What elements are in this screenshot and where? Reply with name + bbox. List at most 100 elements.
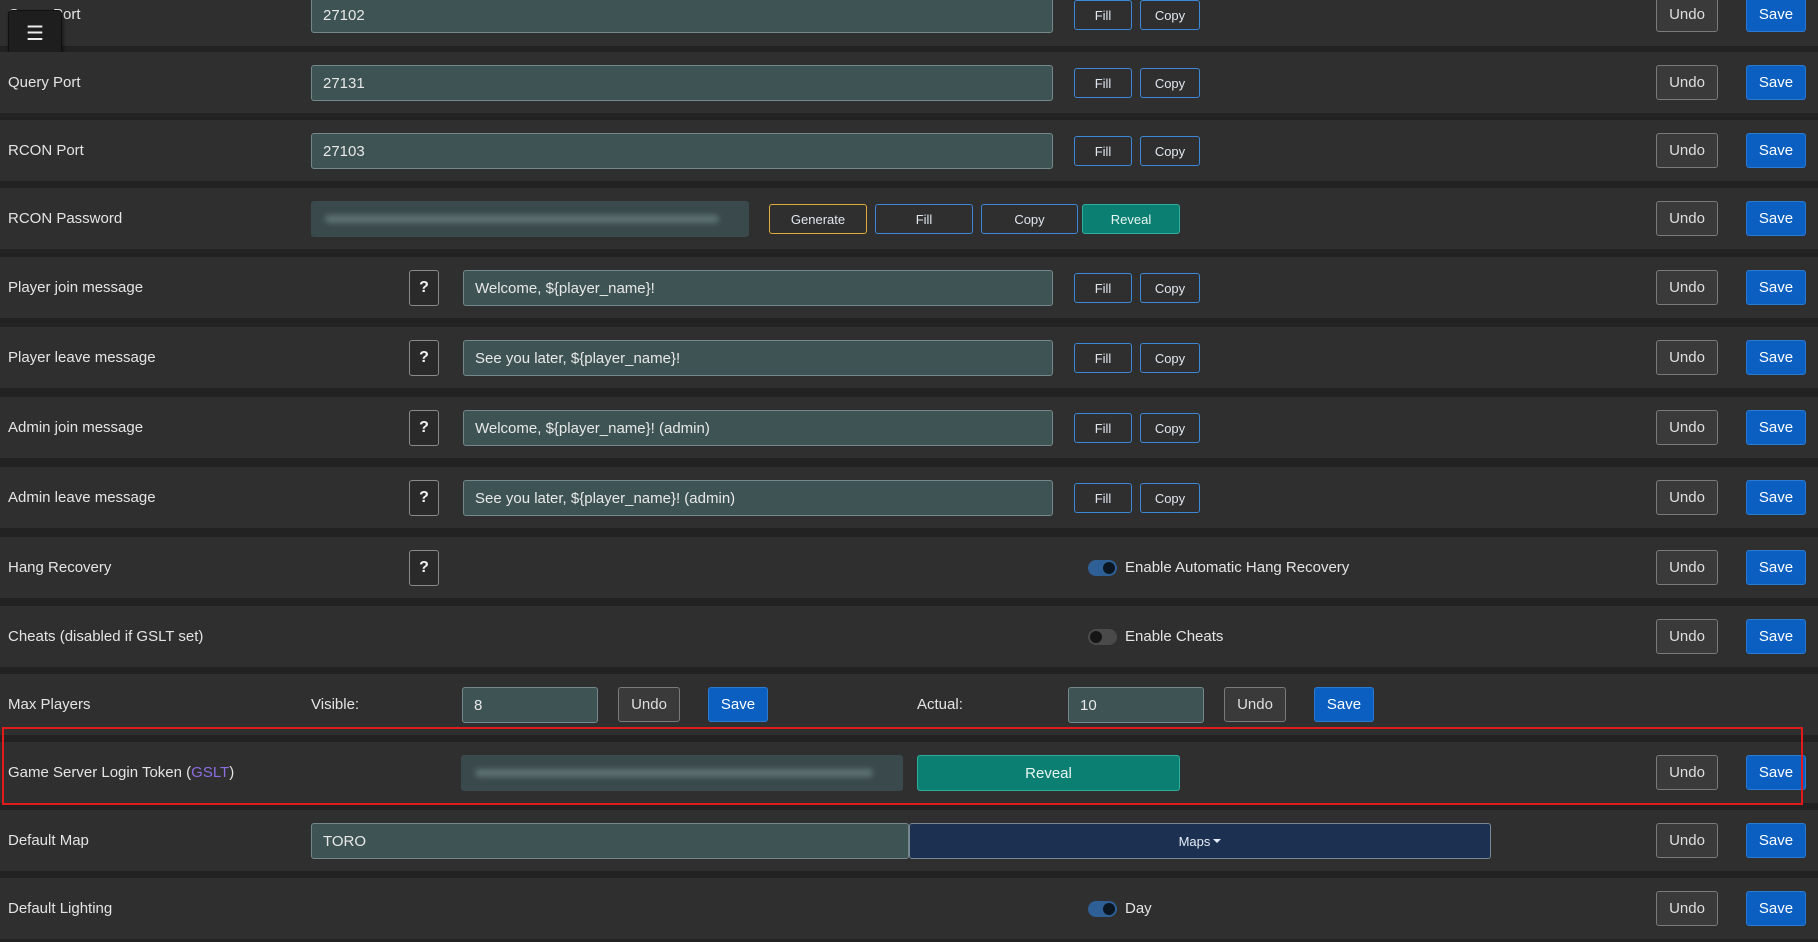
rcon-password-undo-button[interactable]: Undo [1656,201,1718,236]
player-join-input[interactable]: Welcome, ${player_name}! [463,270,1053,306]
redacted-value [325,215,719,223]
help-button[interactable]: ? [409,550,439,586]
admin-join-save-button[interactable]: Save [1746,410,1806,445]
hang-recovery-save-button[interactable]: Save [1746,550,1806,585]
admin-leave-label: Admin leave message [8,489,156,506]
rcon-password-input[interactable] [311,201,749,237]
player-join-save-button[interactable]: Save [1746,270,1806,305]
row-admin-join: Admin join message ? Welcome, ${player_n… [0,397,1818,458]
game-port-save-button[interactable]: Save [1746,0,1806,32]
rcon-port-input[interactable]: 27103 [311,133,1053,169]
query-port-fill-button[interactable]: Fill [1074,68,1132,98]
rcon-password-reveal-button[interactable]: Reveal [1082,204,1180,234]
actual-players-save-button[interactable]: Save [1314,687,1374,722]
game-port-undo-button[interactable]: Undo [1656,0,1718,32]
default-lighting-toggle[interactable] [1088,901,1117,917]
gslt-link[interactable]: GSLT [191,764,229,781]
player-join-copy-button[interactable]: Copy [1140,273,1200,303]
rcon-port-undo-button[interactable]: Undo [1656,133,1718,168]
rcon-password-label: RCON Password [8,210,123,227]
cheats-undo-button[interactable]: Undo [1656,619,1718,654]
hang-recovery-toggle-label: Enable Automatic Hang Recovery [1125,559,1350,576]
cheats-toggle-label: Enable Cheats [1125,628,1224,645]
rcon-password-fill-button[interactable]: Fill [875,204,973,234]
gslt-input[interactable] [461,755,903,791]
maps-dropdown-button[interactable]: Maps [909,823,1491,859]
query-port-undo-button[interactable]: Undo [1656,65,1718,100]
player-leave-input[interactable]: See you later, ${player_name}! [463,340,1053,376]
admin-leave-fill-button[interactable]: Fill [1074,483,1132,513]
game-port-copy-button[interactable]: Copy [1140,0,1200,30]
caret-down-icon [1213,839,1222,843]
player-leave-copy-button[interactable]: Copy [1140,343,1200,373]
admin-leave-copy-button[interactable]: Copy [1140,483,1200,513]
visible-players-save-button[interactable]: Save [708,687,768,722]
visible-players-undo-button[interactable]: Undo [618,687,680,722]
default-map-undo-button[interactable]: Undo [1656,823,1718,858]
default-map-label: Default Map [8,832,89,849]
row-max-players: Max Players Visible: 8 Undo Save Actual:… [0,674,1818,735]
rcon-port-label: RCON Port [8,142,84,159]
maps-dropdown-label: Maps [1178,833,1211,849]
row-game-port: Game Port 27102 Fill Copy Undo Save [0,0,1818,46]
gslt-save-button[interactable]: Save [1746,755,1806,790]
player-join-fill-button[interactable]: Fill [1074,273,1132,303]
row-default-lighting: Default Lighting Day Undo Save [0,878,1818,939]
help-button[interactable]: ? [409,340,439,376]
admin-join-undo-button[interactable]: Undo [1656,410,1718,445]
admin-join-label: Admin join message [8,419,144,436]
actual-players-undo-button[interactable]: Undo [1224,687,1286,722]
admin-leave-input[interactable]: See you later, ${player_name}! (admin) [463,480,1053,516]
player-leave-fill-button[interactable]: Fill [1074,343,1132,373]
player-join-undo-button[interactable]: Undo [1656,270,1718,305]
game-port-input[interactable]: 27102 [311,0,1053,33]
actual-players-input[interactable]: 10 [1068,687,1204,723]
rcon-port-fill-button[interactable]: Fill [1074,136,1132,166]
menu-button[interactable]: ☰ [8,10,62,56]
help-button[interactable]: ? [409,270,439,306]
gslt-reveal-button[interactable]: Reveal [917,755,1180,791]
gslt-label-prefix: Game Server Login Token ( [8,764,192,781]
cheats-save-button[interactable]: Save [1746,619,1806,654]
hang-recovery-undo-button[interactable]: Undo [1656,550,1718,585]
hang-recovery-toggle[interactable] [1088,560,1117,576]
default-lighting-undo-button[interactable]: Undo [1656,891,1718,926]
visible-players-input[interactable]: 8 [462,687,598,723]
admin-join-fill-button[interactable]: Fill [1074,413,1132,443]
hang-recovery-label: Hang Recovery [8,559,112,576]
default-map-save-button[interactable]: Save [1746,823,1806,858]
admin-leave-save-button[interactable]: Save [1746,480,1806,515]
help-button[interactable]: ? [409,410,439,446]
rcon-port-save-button[interactable]: Save [1746,133,1806,168]
game-port-fill-button[interactable]: Fill [1074,0,1132,30]
admin-leave-undo-button[interactable]: Undo [1656,480,1718,515]
help-button[interactable]: ? [409,480,439,516]
toggle-knob [1090,631,1102,643]
cheats-toggle[interactable] [1088,629,1117,645]
row-admin-leave: Admin leave message ? See you later, ${p… [0,467,1818,528]
query-port-input[interactable]: 27131 [311,65,1053,101]
rcon-password-generate-button[interactable]: Generate [769,204,867,234]
query-port-copy-button[interactable]: Copy [1140,68,1200,98]
row-player-leave: Player leave message ? See you later, ${… [0,327,1818,388]
default-map-input[interactable]: TORO [311,823,909,859]
toggle-knob [1103,903,1115,915]
player-leave-label: Player leave message [8,349,156,366]
query-port-label: Query Port [8,74,81,91]
row-query-port: Query Port 27131 Fill Copy Undo Save [0,52,1818,113]
rcon-port-copy-button[interactable]: Copy [1140,136,1200,166]
rcon-password-save-button[interactable]: Save [1746,201,1806,236]
gslt-undo-button[interactable]: Undo [1656,755,1718,790]
row-cheats: Cheats (disabled if GSLT set) Enable Che… [0,606,1818,667]
query-port-save-button[interactable]: Save [1746,65,1806,100]
default-lighting-toggle-label: Day [1125,900,1152,917]
admin-join-input[interactable]: Welcome, ${player_name}! (admin) [463,410,1053,446]
player-leave-undo-button[interactable]: Undo [1656,340,1718,375]
actual-players-label: Actual: [917,696,963,713]
rcon-password-copy-button[interactable]: Copy [981,204,1078,234]
player-leave-save-button[interactable]: Save [1746,340,1806,375]
row-gslt: Game Server Login Token (GSLT) Reveal Un… [0,742,1818,803]
admin-join-copy-button[interactable]: Copy [1140,413,1200,443]
default-lighting-save-button[interactable]: Save [1746,891,1806,926]
default-lighting-label: Default Lighting [8,900,113,917]
